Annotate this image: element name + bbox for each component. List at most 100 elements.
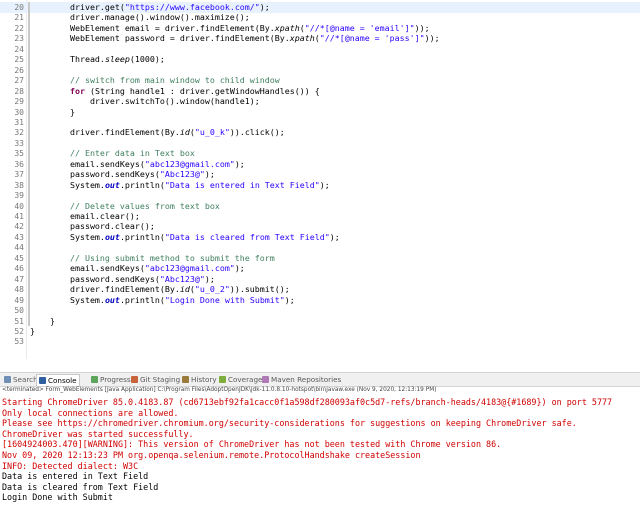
- line-number: 45: [14, 253, 24, 263]
- code-line[interactable]: 35 // Enter data in Text box: [0, 148, 640, 159]
- code-token: email.sendKeys(: [30, 263, 145, 274]
- code-token: );: [204, 273, 215, 284]
- code-line[interactable]: 21 driver.manage().window().maximize();: [0, 12, 640, 23]
- code-token: // Using submit method to submit the for…: [30, 252, 275, 263]
- code-text: for (String handle1 : driver.getWindowHa…: [30, 86, 320, 97]
- code-text: }: [30, 107, 75, 118]
- code-line[interactable]: 50: [0, 305, 640, 316]
- code-token: driver.get(: [30, 2, 125, 12]
- code-text: driver.manage().window().maximize();: [30, 12, 250, 23]
- code-line[interactable]: 24: [0, 44, 640, 55]
- line-number: 27: [14, 76, 24, 86]
- code-token: xpath: [274, 22, 300, 33]
- code-token: );: [319, 179, 330, 190]
- console-line: Please see https://chromedriver.chromium…: [2, 418, 577, 429]
- code-line[interactable]: 48 driver.findElement(By.id("u_0_2")).su…: [0, 284, 640, 295]
- code-line[interactable]: 28 for (String handle1 : driver.getWindo…: [0, 86, 640, 97]
- code-line[interactable]: 46 email.sendKeys("abc123@gmail.com");: [0, 263, 640, 274]
- line-number: 33: [14, 138, 24, 148]
- tab-coverage[interactable]: Coverage: [219, 374, 262, 385]
- line-number: 46: [14, 264, 24, 274]
- line-number: 47: [14, 274, 24, 284]
- code-line[interactable]: 53: [0, 336, 640, 347]
- code-line[interactable]: 40 // Delete values from text box: [0, 201, 640, 212]
- code-token: "Abc123@": [159, 169, 205, 180]
- tab-history[interactable]: History: [182, 374, 217, 385]
- code-token: // Enter data in Text box: [30, 148, 195, 159]
- tab-label: Progress: [100, 375, 131, 384]
- code-line[interactable]: 39: [0, 190, 640, 201]
- code-line[interactable]: 25 Thread.sleep(1000);: [0, 54, 640, 65]
- code-line[interactable]: 29 driver.switchTo().window(handle1);: [0, 96, 640, 107]
- console-line: Data is cleared from Text Field: [2, 481, 159, 492]
- line-number: 32: [14, 128, 24, 138]
- code-line[interactable]: 52}: [0, 326, 640, 337]
- code-token: }: [30, 325, 35, 336]
- code-token: id: [179, 284, 190, 295]
- code-token: password.clear();: [30, 221, 155, 232]
- console-line: Login Done with Submit: [2, 492, 113, 503]
- editor-console-separator: [0, 359, 640, 372]
- code-line[interactable]: 36 email.sendKeys("abc123@gmail.com");: [0, 159, 640, 170]
- code-text: System.out.println("Login Done with Subm…: [30, 295, 295, 306]
- line-number: 48: [14, 285, 24, 295]
- coverage-icon: [219, 376, 226, 383]
- code-text: System.out.println("Data is cleared from…: [30, 232, 340, 243]
- tab-label: Git Staging: [140, 375, 181, 384]
- code-line[interactable]: 43 System.out.println("Data is cleared f…: [0, 232, 640, 243]
- code-token: (1000);: [129, 54, 165, 65]
- code-line[interactable]: 26: [0, 65, 640, 76]
- tab-maven-repositories[interactable]: Maven Repositories: [262, 374, 341, 385]
- code-text: }: [30, 316, 55, 327]
- tab-search[interactable]: Search: [4, 374, 38, 385]
- tab-git-staging[interactable]: Git Staging: [131, 374, 180, 385]
- code-line[interactable]: 41 email.clear();: [0, 211, 640, 222]
- code-line[interactable]: 45 // Using submit method to submit the …: [0, 253, 640, 264]
- code-line[interactable]: 31: [0, 117, 640, 128]
- line-number: 20: [14, 3, 24, 12]
- code-line[interactable]: 30 }: [0, 107, 640, 118]
- code-line[interactable]: 20 driver.get("https://www.facebook.com/…: [0, 2, 640, 13]
- line-number: 35: [14, 149, 24, 159]
- code-token: "u_0_k": [194, 127, 230, 138]
- tab-console[interactable]: Console: [36, 374, 80, 386]
- line-number: 51: [14, 316, 24, 326]
- scope-indicator: [28, 2, 30, 326]
- code-token: .println(: [119, 231, 165, 242]
- code-line[interactable]: 37 password.sendKeys("Abc123@");: [0, 169, 640, 180]
- code-line[interactable]: 51 }: [0, 316, 640, 327]
- code-line[interactable]: 27 // switch from main window to child w…: [0, 75, 640, 86]
- code-line[interactable]: 38 System.out.println("Data is entered i…: [0, 180, 640, 191]
- code-token: )).click();: [229, 127, 285, 138]
- console-line: INFO: Detected dialect: W3C: [2, 460, 139, 471]
- code-token: email.sendKeys(: [30, 158, 145, 169]
- code-token: "Abc123@": [159, 273, 205, 284]
- code-token: "//*[@name = 'email']": [304, 22, 415, 33]
- code-line[interactable]: 42 password.clear();: [0, 221, 640, 232]
- code-text: email.sendKeys("abc123@gmail.com");: [30, 263, 245, 274]
- code-token: Thread.: [30, 54, 105, 65]
- code-line[interactable]: 23 WebElement password = driver.findElem…: [0, 33, 640, 44]
- line-number: 37: [14, 170, 24, 180]
- code-token: out: [104, 179, 120, 190]
- code-token: }: [30, 315, 55, 326]
- git-staging-icon: [131, 376, 138, 383]
- code-token: .println(: [119, 294, 165, 305]
- code-text: // switch from main window to child wind…: [30, 75, 280, 86]
- code-token: password.sendKeys(: [30, 273, 160, 284]
- tab-progress[interactable]: Progress: [91, 374, 131, 385]
- code-line[interactable]: 49 System.out.println("Login Done with S…: [0, 295, 640, 306]
- code-token: .println(: [119, 179, 165, 190]
- code-token: WebElement password = driver.findElement…: [30, 33, 290, 44]
- code-line[interactable]: 44: [0, 242, 640, 253]
- code-token: );: [234, 158, 245, 169]
- code-line[interactable]: 33: [0, 138, 640, 149]
- console-output[interactable]: Starting ChromeDriver 85.0.4183.87 (cd67…: [0, 397, 640, 508]
- code-token: "u_0_2": [194, 284, 230, 295]
- code-line[interactable]: 22 WebElement email = driver.findElement…: [0, 23, 640, 34]
- code-line[interactable]: 32 driver.findElement(By.id("u_0_k")).cl…: [0, 127, 640, 138]
- code-line[interactable]: 47 password.sendKeys("Abc123@");: [0, 274, 640, 285]
- code-editor[interactable]: 20 driver.get("https://www.facebook.com/…: [0, 0, 640, 359]
- history-icon: [182, 376, 189, 383]
- code-token: "Data is cleared from Text Field": [164, 231, 330, 242]
